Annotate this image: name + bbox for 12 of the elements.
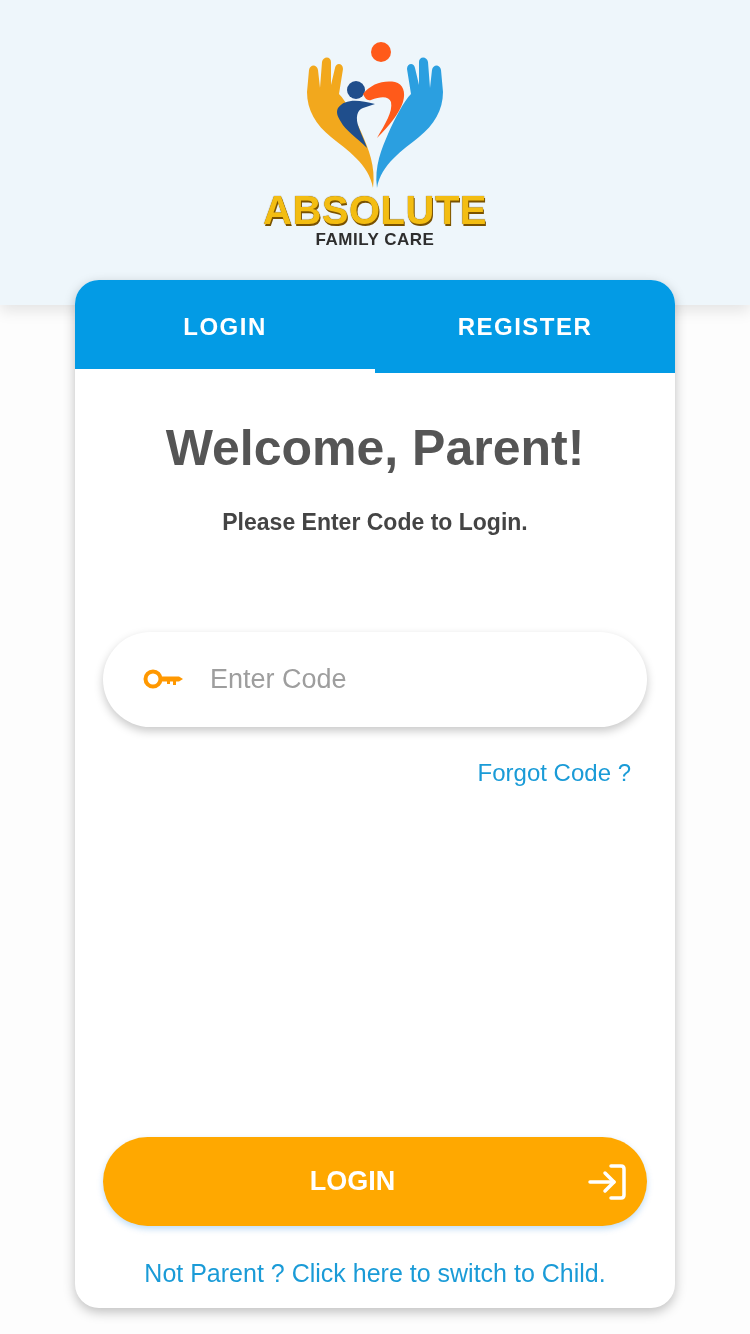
forgot-code-link[interactable]: Forgot Code ? xyxy=(477,758,631,788)
logo-title: ABSOLUTE xyxy=(263,190,487,230)
switch-to-child-link[interactable]: Not Parent ? Click here to switch to Child. xyxy=(144,1258,606,1288)
welcome-heading: Welcome, Parent! xyxy=(164,420,586,476)
code-input[interactable]: Enter Code xyxy=(103,632,647,727)
instruction-text: Please Enter Code to Login. xyxy=(221,508,529,537)
logo-subtitle: FAMILY CARE xyxy=(315,230,435,250)
login-icon xyxy=(587,1161,627,1202)
login-button[interactable]: LOGIN xyxy=(103,1137,647,1226)
tab[interactable]: LOGIN xyxy=(75,280,375,373)
key-icon xyxy=(143,668,183,690)
tab[interactable]: REGISTER xyxy=(375,280,675,373)
